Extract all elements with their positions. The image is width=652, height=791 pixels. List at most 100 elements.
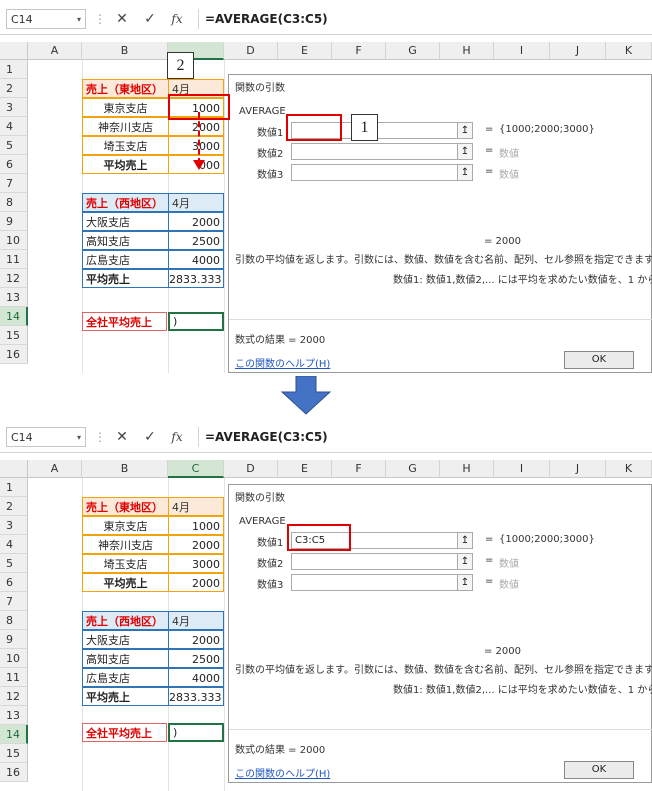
cell-c3[interactable]: 1000: [168, 516, 224, 535]
arg-input-3[interactable]: [291, 164, 459, 181]
column-header-k[interactable]: K: [606, 460, 652, 478]
column-header-h[interactable]: H: [440, 460, 494, 478]
row-header-7[interactable]: 7: [0, 592, 28, 611]
cell-b6[interactable]: 平均売上: [82, 155, 169, 174]
cell-b10[interactable]: 高知支店: [82, 231, 169, 250]
row-header-12[interactable]: 12: [0, 269, 28, 288]
cell-c8[interactable]: 4月: [168, 193, 224, 212]
row-header-14[interactable]: 14: [0, 725, 28, 744]
cell-b5[interactable]: 埼玉支店: [82, 136, 169, 155]
cell-b11[interactable]: 広島支店: [82, 250, 169, 269]
cell-b12[interactable]: 平均売上: [82, 269, 169, 288]
cell-c5[interactable]: 3000: [168, 136, 224, 155]
cell-b2[interactable]: 売上（東地区）: [82, 79, 169, 98]
row-header-5[interactable]: 5: [0, 554, 28, 573]
cell-b6[interactable]: 平均売上: [82, 573, 169, 592]
row-header-9[interactable]: 9: [0, 630, 28, 649]
row-header-6[interactable]: 6: [0, 155, 28, 174]
cell-c10[interactable]: 2500: [168, 649, 224, 668]
row-header-15[interactable]: 15: [0, 326, 28, 345]
column-header-a[interactable]: A: [28, 460, 82, 478]
cell-c8[interactable]: 4月: [168, 611, 224, 630]
column-header-c[interactable]: C: [168, 460, 224, 478]
cell-c11[interactable]: 4000: [168, 250, 224, 269]
row-header-12[interactable]: 12: [0, 687, 28, 706]
cell-b3[interactable]: 東京支店: [82, 98, 169, 117]
cell-c6[interactable]: 2000: [168, 573, 224, 592]
range-select-icon[interactable]: ↥: [457, 574, 473, 591]
ok-button[interactable]: OK: [564, 351, 634, 369]
row-header-3[interactable]: 3: [0, 98, 28, 117]
range-select-icon[interactable]: ↥: [457, 532, 473, 549]
select-all-corner[interactable]: [0, 42, 28, 60]
name-box[interactable]: C14 ▾: [6, 9, 86, 29]
row-header-15[interactable]: 15: [0, 744, 28, 763]
column-header-d[interactable]: D: [224, 460, 278, 478]
column-header-i[interactable]: I: [494, 460, 550, 478]
cell-c12[interactable]: 2833.333: [168, 687, 224, 706]
row-header-1[interactable]: 1: [0, 478, 28, 497]
row-header-14[interactable]: 14: [0, 307, 28, 326]
range-select-icon[interactable]: ↥: [457, 143, 473, 160]
cell-b10[interactable]: 高知支店: [82, 649, 169, 668]
cell-b4[interactable]: 神奈川支店: [82, 535, 169, 554]
row-header-13[interactable]: 13: [0, 288, 28, 307]
row-header-9[interactable]: 9: [0, 212, 28, 231]
column-header-g[interactable]: G: [386, 460, 440, 478]
column-header-e[interactable]: E: [278, 42, 332, 60]
cell-c14-active[interactable]: ): [168, 312, 224, 331]
arg-input-2[interactable]: [291, 143, 459, 160]
row-header-1[interactable]: 1: [0, 60, 28, 79]
cell-c5[interactable]: 3000: [168, 554, 224, 573]
enter-icon[interactable]: ✓: [140, 427, 160, 447]
column-header-a[interactable]: A: [28, 42, 82, 60]
column-header-j[interactable]: J: [550, 42, 606, 60]
cell-b14[interactable]: 全社平均売上: [82, 312, 167, 331]
row-header-13[interactable]: 13: [0, 706, 28, 725]
column-header-b[interactable]: B: [82, 460, 168, 478]
cell-c9[interactable]: 2000: [168, 630, 224, 649]
column-header-j[interactable]: J: [550, 460, 606, 478]
row-header-5[interactable]: 5: [0, 136, 28, 155]
row-header-8[interactable]: 8: [0, 611, 28, 630]
cell-b2[interactable]: 売上（東地区）: [82, 497, 169, 516]
arg-input-2[interactable]: [291, 553, 459, 570]
row-header-8[interactable]: 8: [0, 193, 28, 212]
column-header-f[interactable]: F: [332, 42, 386, 60]
range-select-icon[interactable]: ↥: [457, 122, 473, 139]
chevron-down-icon[interactable]: ▾: [77, 428, 81, 448]
row-header-10[interactable]: 10: [0, 649, 28, 668]
help-link[interactable]: この関数のヘルプ(H): [235, 765, 330, 780]
row-header-6[interactable]: 6: [0, 573, 28, 592]
cell-b14[interactable]: 全社平均売上: [82, 723, 167, 742]
column-header-k[interactable]: K: [606, 42, 652, 60]
cancel-icon[interactable]: ✕: [112, 9, 132, 29]
column-header-h[interactable]: H: [440, 42, 494, 60]
cell-b12[interactable]: 平均売上: [82, 687, 169, 706]
range-select-icon[interactable]: ↥: [457, 553, 473, 570]
name-box[interactable]: C14 ▾: [6, 427, 86, 447]
formula-input[interactable]: =AVERAGE(C3:C5): [198, 9, 650, 29]
enter-icon[interactable]: ✓: [140, 9, 160, 29]
column-header-g[interactable]: G: [386, 42, 440, 60]
arg-input-3[interactable]: [291, 574, 459, 591]
cell-c10[interactable]: 2500: [168, 231, 224, 250]
row-header-4[interactable]: 4: [0, 117, 28, 136]
column-header-d[interactable]: D: [224, 42, 278, 60]
cell-b5[interactable]: 埼玉支店: [82, 554, 169, 573]
column-header-b[interactable]: B: [82, 42, 168, 60]
row-header-2[interactable]: 2: [0, 497, 28, 516]
cell-b8[interactable]: 売上（西地区）: [82, 193, 169, 212]
row-header-3[interactable]: 3: [0, 516, 28, 535]
cell-b4[interactable]: 神奈川支店: [82, 117, 169, 136]
cell-b9[interactable]: 大阪支店: [82, 630, 169, 649]
row-header-7[interactable]: 7: [0, 174, 28, 193]
cell-b3[interactable]: 東京支店: [82, 516, 169, 535]
row-header-16[interactable]: 16: [0, 763, 28, 782]
row-header-2[interactable]: 2: [0, 79, 28, 98]
cell-c12[interactable]: 2833.333: [168, 269, 224, 288]
cell-c4[interactable]: 2000: [168, 535, 224, 554]
cell-c2[interactable]: 4月: [168, 497, 224, 516]
row-header-11[interactable]: 11: [0, 250, 28, 269]
column-header-i[interactable]: I: [494, 42, 550, 60]
